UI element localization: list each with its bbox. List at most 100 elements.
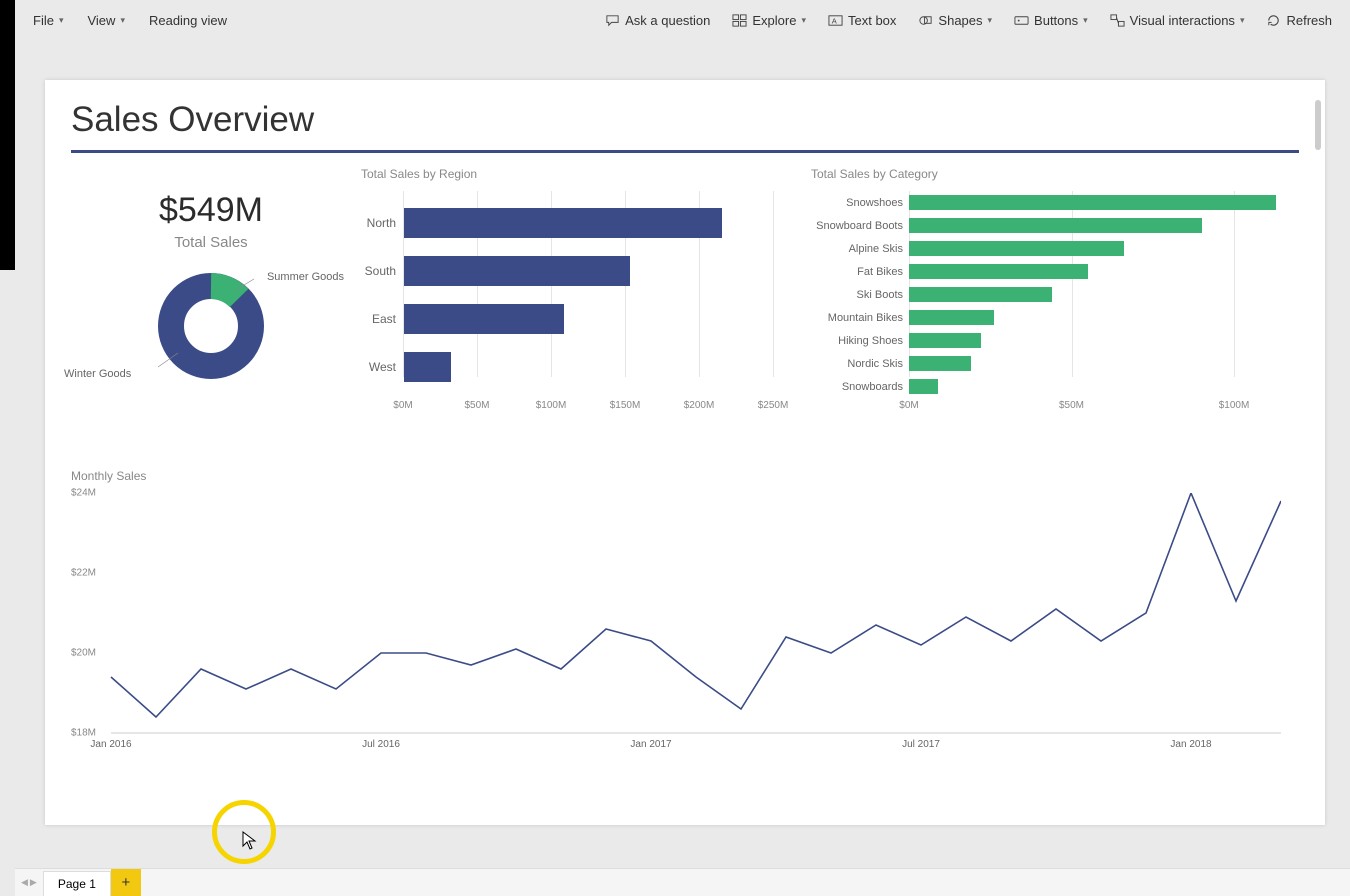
bar-label: North bbox=[361, 216, 396, 230]
add-page-button[interactable]: + bbox=[111, 869, 141, 896]
bar-row: Alpine Skis bbox=[811, 237, 1299, 260]
bar-fill[interactable] bbox=[909, 356, 971, 371]
axis-tick: $150M bbox=[610, 400, 641, 411]
chevron-down-icon: ▾ bbox=[59, 15, 64, 26]
bar-row: Ski Boots bbox=[811, 283, 1299, 306]
chevron-down-icon: ▾ bbox=[1240, 15, 1245, 26]
x-tick: Jan 2017 bbox=[630, 739, 671, 750]
explore-menu[interactable]: Explore ▾ bbox=[722, 9, 816, 32]
chat-icon bbox=[605, 13, 620, 28]
bar-label: Snowboards bbox=[811, 381, 903, 393]
view-menu[interactable]: View▾ bbox=[77, 9, 134, 32]
kpi-label: Total Sales bbox=[174, 234, 247, 251]
bar-row: Hiking Shoes bbox=[811, 329, 1299, 352]
bar-row: East bbox=[361, 297, 801, 341]
bar-label: West bbox=[361, 360, 396, 374]
buttons-menu[interactable]: Buttons▾ bbox=[1004, 9, 1098, 32]
top-toolbar: File▾ View▾ Reading view Ask a question … bbox=[15, 0, 1350, 40]
title-divider bbox=[71, 150, 1299, 153]
y-tick: $18M bbox=[71, 728, 96, 739]
explore-label: Explore bbox=[752, 13, 796, 28]
category-bar-chart[interactable]: Total Sales by Category $0M$50M$100MSnow… bbox=[811, 167, 1299, 447]
bar-label: Snowshoes bbox=[811, 197, 903, 209]
shapes-icon bbox=[918, 13, 933, 28]
page-tab-bar: ◀ ▶ Page 1 + bbox=[15, 868, 1350, 896]
view-label: View bbox=[87, 13, 115, 28]
monthly-line-chart[interactable]: Monthly Sales $24M$22M$20M$18MJan 2016Ju… bbox=[71, 469, 1299, 793]
shapes-label: Shapes bbox=[938, 13, 982, 28]
file-label: File bbox=[33, 13, 54, 28]
tab-page-1[interactable]: Page 1 bbox=[43, 871, 111, 896]
scrollbar-thumb[interactable] bbox=[1315, 100, 1321, 150]
y-tick: $22M bbox=[71, 568, 96, 579]
bar-label: Alpine Skis bbox=[811, 243, 903, 255]
x-tick: Jul 2017 bbox=[902, 739, 940, 750]
line-svg bbox=[71, 493, 1281, 773]
kpi-visual[interactable]: $549M Total Sales Summer Goods Winter Go… bbox=[71, 167, 351, 447]
axis-tick: $200M bbox=[684, 400, 715, 411]
category-chart-title: Total Sales by Category bbox=[811, 167, 1299, 181]
axis-tick: $50M bbox=[464, 400, 489, 411]
refresh-button[interactable]: Refresh bbox=[1256, 9, 1342, 32]
tab-next-icon[interactable]: ▶ bbox=[30, 877, 37, 888]
bar-row: Mountain Bikes bbox=[811, 306, 1299, 329]
x-tick: Jul 2016 bbox=[362, 739, 400, 750]
bar-label: Ski Boots bbox=[811, 289, 903, 301]
reading-view-button[interactable]: Reading view bbox=[139, 9, 237, 32]
file-menu[interactable]: File ▾ bbox=[23, 9, 73, 32]
region-chart-title: Total Sales by Region bbox=[361, 167, 801, 181]
bar-fill[interactable] bbox=[909, 264, 1088, 279]
chevron-down-icon: ▾ bbox=[801, 15, 806, 26]
bar-fill[interactable] bbox=[404, 304, 564, 334]
tab-prev-icon[interactable]: ◀ bbox=[21, 877, 28, 888]
bar-row: Snowboard Boots bbox=[811, 214, 1299, 237]
bar-label: East bbox=[361, 312, 396, 326]
axis-tick: $50M bbox=[1059, 400, 1084, 411]
bar-fill[interactable] bbox=[909, 333, 981, 348]
refresh-icon bbox=[1266, 13, 1281, 28]
bar-fill[interactable] bbox=[404, 208, 722, 238]
bar-fill[interactable] bbox=[909, 379, 938, 394]
donut-chart[interactable]: Summer Goods Winter Goods bbox=[156, 271, 266, 386]
vi-label: Visual interactions bbox=[1130, 13, 1235, 28]
region-bar-chart[interactable]: Total Sales by Region $0M $50M $100M $150M $… bbox=[361, 167, 801, 447]
x-tick: Jan 2018 bbox=[1170, 739, 1211, 750]
donut-label-summer: Summer Goods bbox=[267, 271, 344, 283]
bar-label: Hiking Shoes bbox=[811, 335, 903, 347]
chevron-down-icon: ▾ bbox=[988, 15, 993, 26]
textbox-button[interactable]: A Text box bbox=[818, 9, 906, 32]
bar-fill[interactable] bbox=[404, 256, 630, 286]
bar-label: Mountain Bikes bbox=[811, 312, 903, 324]
page-title: Sales Overview bbox=[71, 100, 1299, 140]
bar-row: Nordic Skis bbox=[811, 352, 1299, 375]
bar-fill[interactable] bbox=[909, 310, 994, 325]
bar-row: Snowshoes bbox=[811, 191, 1299, 214]
bar-fill[interactable] bbox=[404, 352, 451, 382]
ask-question-button[interactable]: Ask a question bbox=[595, 9, 720, 32]
tab-nav-arrows: ◀ ▶ bbox=[15, 869, 43, 896]
bar-fill[interactable] bbox=[909, 218, 1202, 233]
interactions-icon bbox=[1110, 13, 1125, 28]
line-series[interactable] bbox=[111, 493, 1281, 717]
bar-label: South bbox=[361, 264, 396, 278]
bar-fill[interactable] bbox=[909, 287, 1052, 302]
axis-tick: $0M bbox=[393, 400, 412, 411]
shapes-menu[interactable]: Shapes ▾ bbox=[908, 9, 1002, 32]
bar-fill[interactable] bbox=[909, 195, 1276, 210]
bar-fill[interactable] bbox=[909, 241, 1124, 256]
report-canvas: Sales Overview $549M Total Sales Summer … bbox=[45, 80, 1325, 825]
x-tick: Jan 2016 bbox=[90, 739, 131, 750]
plus-icon: + bbox=[122, 874, 131, 891]
bar-label: Snowboard Boots bbox=[811, 220, 903, 232]
textbox-label: Text box bbox=[848, 13, 896, 28]
refresh-label: Refresh bbox=[1286, 13, 1332, 28]
bar-row: South bbox=[361, 249, 801, 293]
bar-row: Fat Bikes bbox=[811, 260, 1299, 283]
axis-tick: $100M bbox=[536, 400, 567, 411]
buttons-icon bbox=[1014, 13, 1029, 28]
cursor-icon bbox=[242, 831, 258, 856]
tab-label: Page 1 bbox=[58, 877, 96, 891]
svg-text:A: A bbox=[832, 16, 837, 25]
visual-interactions-menu[interactable]: Visual interactions ▾ bbox=[1100, 9, 1255, 32]
bar-row: North bbox=[361, 201, 801, 245]
